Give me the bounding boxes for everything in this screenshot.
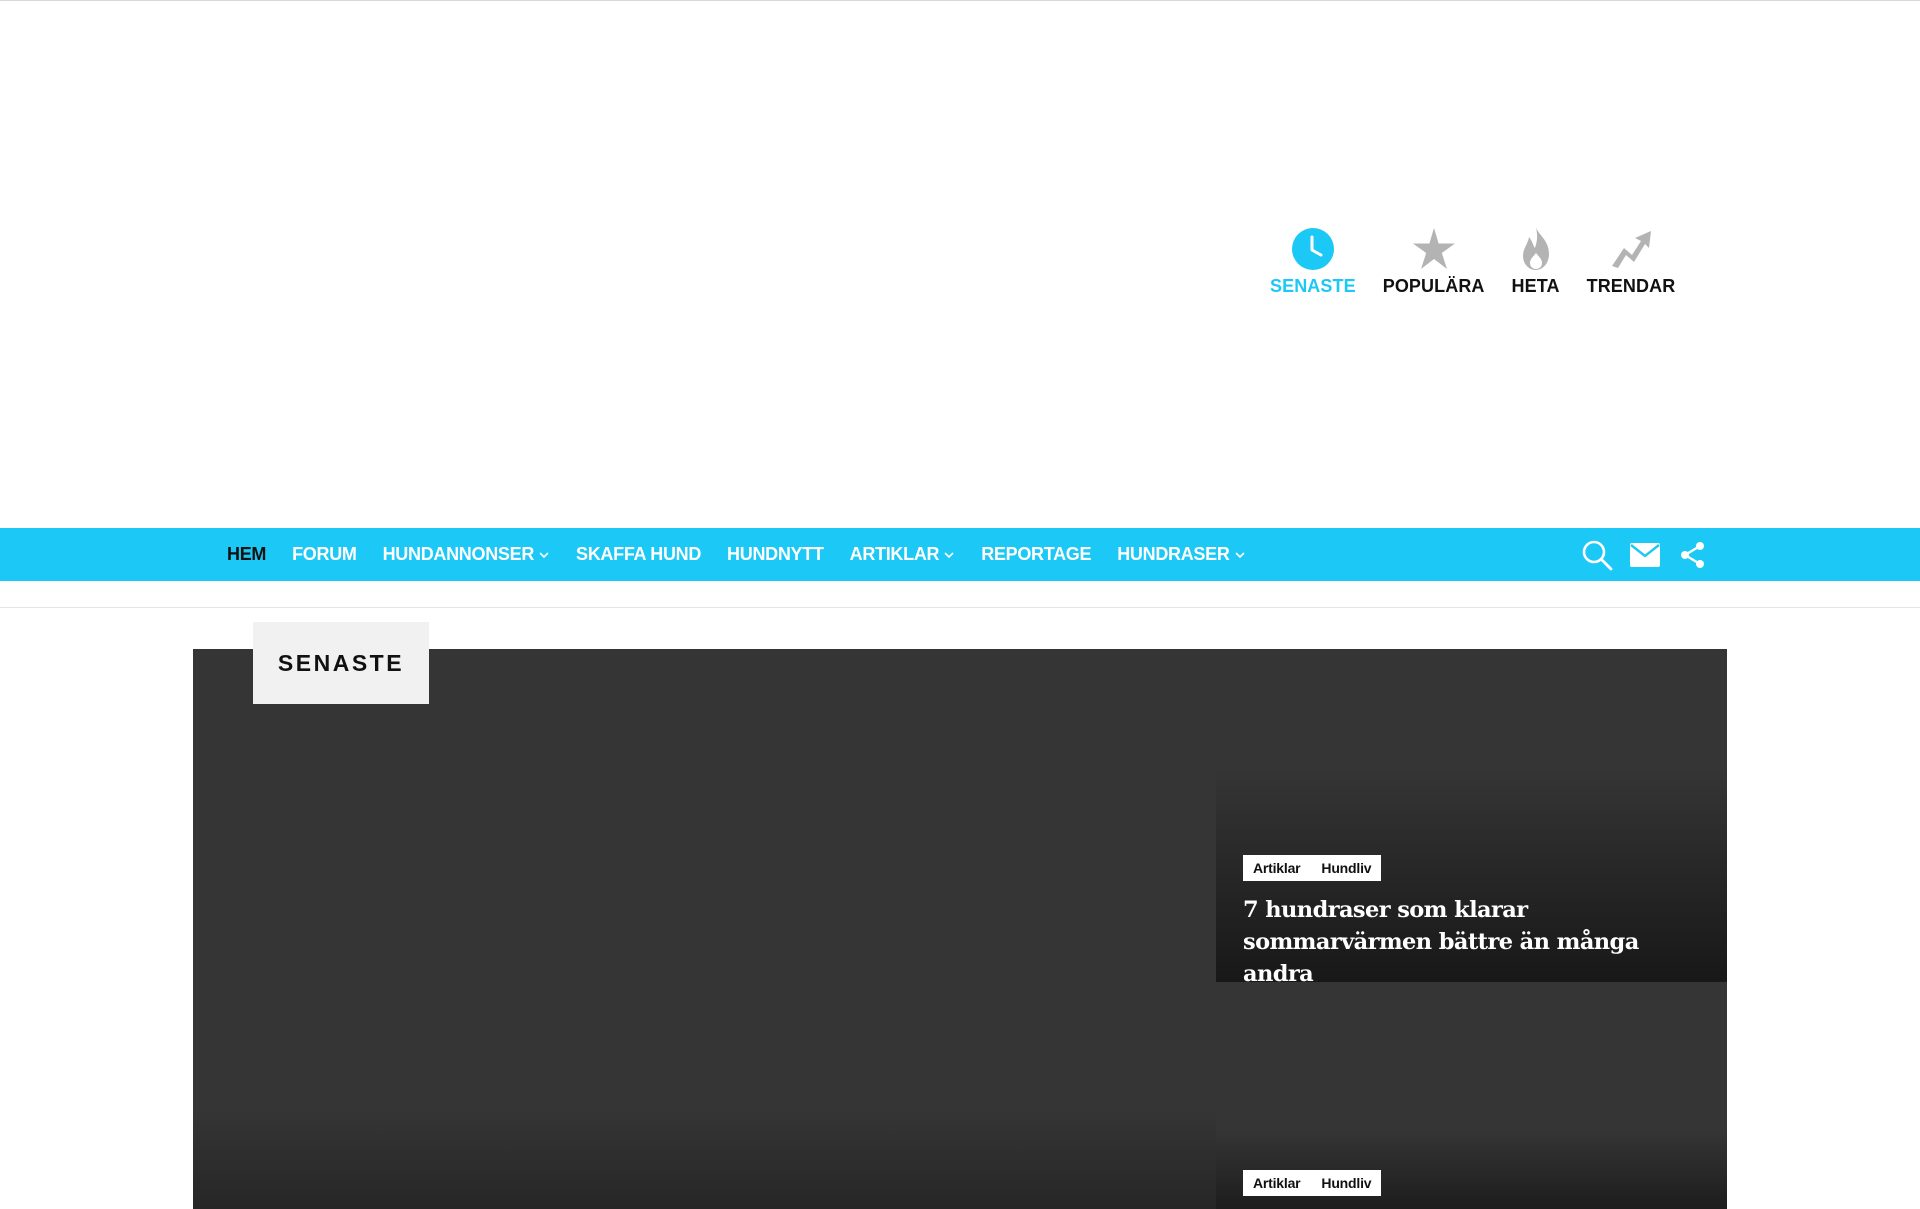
nav-item-label: SKAFFA HUND [576, 544, 702, 564]
share-icon [1681, 541, 1704, 568]
latest-hero: Artiklar Hundliv 7 hundraser som klarar … [193, 649, 1727, 1209]
nav-item-label: HUNDANNONSER [382, 544, 535, 564]
section-label-tab: SENASTE [253, 622, 429, 704]
nav-item-label: FORUM [292, 544, 357, 564]
newsletter-button[interactable] [1628, 538, 1662, 572]
tab-populara[interactable]: POPULÄRA [1383, 226, 1485, 297]
share-button[interactable] [1676, 538, 1710, 572]
nav-item-artiklar[interactable]: ARTIKLAR [850, 544, 956, 565]
chevron-down-icon [1234, 551, 1245, 558]
tag-link[interactable]: Artiklar [1253, 860, 1301, 876]
category-tabs: SENASTE POPULÄRA HETA TRENDAR [1270, 226, 1675, 297]
nav-item-label: REPORTAGE [981, 544, 1092, 564]
star-icon [1412, 228, 1455, 269]
nav-item-hundraser[interactable]: HUNDRASER [1117, 544, 1245, 565]
tag-link[interactable]: Hundliv [1321, 1175, 1371, 1191]
card-overlay [1216, 1129, 1727, 1209]
trending-arrow-icon [1611, 231, 1651, 268]
main-navbar: HEM FORUM HUNDANNONSER SKAFFA HUND HUNDN… [0, 528, 1920, 581]
nav-item-forum[interactable]: FORUM [292, 544, 357, 565]
tab-populara-label: POPULÄRA [1382, 276, 1485, 296]
section-divider [0, 607, 1920, 608]
search-button[interactable] [1580, 538, 1614, 572]
card-tags: Artiklar Hundliv [1243, 855, 1382, 881]
tab-heta[interactable]: HETA [1512, 226, 1560, 297]
tab-senaste[interactable]: SENASTE [1270, 226, 1356, 297]
nav-actions [1580, 528, 1710, 581]
feature-card[interactable]: Artiklar Hundliv 7 hundraser som klarar … [1216, 649, 1727, 987]
flame-icon [1522, 228, 1549, 270]
tab-senaste-label: SENASTE [1270, 276, 1356, 296]
tab-heta-label: HETA [1511, 276, 1560, 296]
tab-trendar[interactable]: TRENDAR [1587, 226, 1676, 297]
card-title[interactable]: 7 hundraser som klarar sommarvärmen bätt… [1243, 894, 1713, 990]
feature-card[interactable]: Artiklar Hundliv [1216, 982, 1727, 1209]
clock-icon [1291, 228, 1334, 270]
nav-item-label: HUNDNYTT [727, 544, 824, 564]
nav-item-reportage[interactable]: REPORTAGE [981, 544, 1091, 565]
nav-item-label: ARTIKLAR [849, 544, 940, 564]
tab-trendar-label: TRENDAR [1586, 276, 1676, 296]
chevron-down-icon [539, 551, 549, 558]
nav-item-label: HEM [227, 544, 267, 564]
search-icon [1582, 540, 1613, 570]
nav-menu: HEM FORUM HUNDANNONSER SKAFFA HUND HUNDN… [227, 528, 1272, 581]
mail-icon [1630, 542, 1660, 567]
nav-item-hundnytt[interactable]: HUNDNYTT [727, 544, 824, 565]
card-tags: Artiklar Hundliv [1243, 1170, 1382, 1196]
nav-item-hundannonser[interactable]: HUNDANNONSER [383, 544, 550, 565]
tag-link[interactable]: Artiklar [1253, 1175, 1301, 1191]
chevron-down-icon [944, 551, 954, 558]
main-feature-image[interactable] [193, 1109, 1216, 1209]
tag-link[interactable]: Hundliv [1321, 860, 1371, 876]
top-divider [0, 0, 1920, 1]
nav-item-hem[interactable]: HEM [227, 544, 266, 565]
nav-item-skaffa-hund[interactable]: SKAFFA HUND [576, 544, 701, 565]
nav-item-label: HUNDRASER [1117, 544, 1230, 564]
